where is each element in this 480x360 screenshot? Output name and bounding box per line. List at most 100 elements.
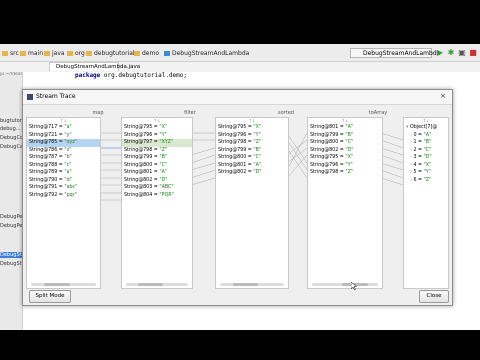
trace-row[interactable]: String@786 = "z": [27, 147, 100, 155]
object-ref: String@802: [218, 170, 247, 175]
trace-row[interactable]: String@790 = "d": [27, 177, 100, 185]
trace-row[interactable]: String@804 = "PQR": [122, 192, 192, 200]
object-ref: String@800: [310, 140, 339, 145]
trace-row[interactable]: String@789 = "a": [27, 169, 100, 177]
trace-row[interactable]: String@795 = "X": [122, 124, 192, 132]
project-item-selected[interactable]: DebugStr: [0, 252, 22, 258]
breadcrumb-label: org: [75, 50, 85, 57]
close-button[interactable]: Close: [419, 290, 449, 303]
object-ref: String@804: [124, 192, 153, 198]
result-element-row[interactable]: › 3 = "D": [404, 154, 448, 162]
split-mode-button[interactable]: Split Mode: [29, 290, 71, 303]
string-value: "ABC": [159, 185, 174, 190]
result-element-row[interactable]: › 2 = "C": [404, 147, 448, 155]
trace-row[interactable]: String@799 = "B": [122, 154, 192, 162]
trace-column-map[interactable]: ↑↓ String@795 = "X" String@796 = "Y" Str…: [121, 117, 193, 289]
trace-row[interactable]: String@792 = "pqr": [27, 192, 100, 200]
connection-line: [380, 169, 404, 179]
project-item[interactable]: debug...: [0, 126, 22, 132]
string-value: "PQR": [159, 192, 174, 198]
stage-label-sorted: sorted: [278, 110, 294, 116]
connection-line: [286, 154, 308, 179]
editor-tab[interactable]: DebugStreamAndLambda.java: [49, 62, 140, 71]
trace-row[interactable]: String@803 = "ABC": [122, 184, 192, 192]
run-icon[interactable]: ▶: [436, 49, 444, 57]
string-value: "A": [253, 162, 262, 168]
trace-row[interactable]: String@796 = "Y": [216, 132, 288, 140]
folder-icon: [86, 51, 92, 56]
project-item[interactable]: DebugStr: [0, 261, 22, 267]
horizontal-scrollbar[interactable]: [31, 283, 96, 286]
breadcrumb-src[interactable]: src: [2, 50, 19, 57]
coverage-icon[interactable]: ▣: [458, 49, 466, 57]
trace-row[interactable]: String@800 = "C": [216, 154, 288, 162]
result-element-row[interactable]: › 4 = "X": [404, 162, 448, 170]
trace-row[interactable]: String@791 = "abc": [27, 184, 100, 192]
breadcrumb-class[interactable]: DebugStreamAndLambda: [164, 50, 249, 57]
trace-row[interactable]: String@802 = "D": [216, 169, 288, 177]
project-item[interactable]: DebugPer: [0, 214, 22, 220]
trace-row[interactable]: String@799 = "B": [216, 147, 288, 155]
trace-row[interactable]: String@800 = "C": [308, 139, 382, 147]
trace-column-source[interactable]: ↑↓ String@717 = "a" String@721 = "y" Str…: [26, 117, 101, 289]
trace-row[interactable]: String@798 = "Z": [122, 147, 192, 155]
object-ref: Object[7]@: [409, 125, 438, 130]
trace-column-filter[interactable]: ↑↓ String@795 = "X" String@796 = "Y" Str…: [215, 117, 289, 289]
object-ref: String@788: [29, 162, 58, 168]
project-item[interactable]: bugtutorial: [0, 118, 22, 124]
trace-row[interactable]: String@798 = "Z": [308, 169, 382, 177]
trace-column-sorted[interactable]: ↑↓ String@801 = "A" String@799 = "B" Str…: [307, 117, 383, 289]
trace-row[interactable]: String@717 = "a": [27, 124, 100, 132]
trace-row[interactable]: String@798 = "Z": [216, 139, 288, 147]
stop-icon[interactable]: ■: [469, 49, 477, 57]
breadcrumb-java[interactable]: java: [44, 50, 65, 57]
result-element-row[interactable]: › 5 = "Y": [404, 169, 448, 177]
trace-row[interactable]: String@788 = "c": [27, 162, 100, 170]
trace-column-result[interactable]: ↑↓ ▾ Object[7]@ › 0 = "A" › 1 = "B" › 2 …: [403, 117, 449, 289]
connection-line: [190, 162, 216, 171]
trace-row[interactable]: String@801 = "A": [308, 124, 382, 132]
result-element-row[interactable]: › 6 = "Z": [404, 177, 448, 185]
object-ref: String@796: [310, 162, 339, 168]
close-icon[interactable]: ×: [440, 92, 446, 100]
trace-row[interactable]: String@799 = "B": [308, 132, 382, 140]
object-ref: String@801: [310, 125, 339, 130]
array-index: 0 =: [413, 132, 423, 138]
project-item[interactable]: DebugCal: [0, 144, 22, 150]
string-value: "Z": [253, 140, 262, 145]
breadcrumb-debugtutorial[interactable]: debugtutorial: [86, 50, 135, 57]
trace-row[interactable]: String@795 = "X": [216, 124, 288, 132]
result-element-row[interactable]: › 1 = "B": [404, 139, 448, 147]
trace-row[interactable]: String@800 = "C": [122, 162, 192, 170]
result-root-row[interactable]: ▾ Object[7]@: [404, 124, 448, 132]
run-configuration-select[interactable]: DebugStreamAndLambda: [350, 48, 440, 58]
result-element-row[interactable]: › 0 = "A": [404, 132, 448, 140]
horizontal-scrollbar[interactable]: [126, 283, 188, 286]
trace-row[interactable]: String@796 = "Y": [122, 132, 192, 140]
horizontal-scrollbar[interactable]: [312, 283, 378, 286]
class-icon: [164, 51, 170, 56]
project-item[interactable]: DebugPer: [0, 223, 22, 229]
folder-icon: [44, 51, 50, 56]
trace-row[interactable]: String@787 = "b": [27, 154, 100, 162]
string-value: "D": [159, 177, 168, 183]
trace-row[interactable]: String@802 = "D": [122, 177, 192, 185]
trace-row-selected[interactable]: String@785 = "xyz": [27, 139, 100, 147]
breadcrumb-demo[interactable]: demo: [134, 50, 159, 57]
connection-line: [380, 177, 404, 186]
trace-row[interactable]: String@801 = "A": [122, 169, 192, 177]
trace-row[interactable]: String@721 = "y": [27, 132, 100, 140]
breadcrumb-main[interactable]: main: [20, 50, 43, 57]
string-value: "C": [253, 155, 262, 160]
project-item[interactable]: DebugCo: [0, 135, 22, 141]
trace-row[interactable]: String@801 = "A": [216, 162, 288, 170]
debug-icon[interactable]: ✱: [447, 49, 455, 57]
string-value: "D": [345, 147, 354, 153]
trace-row[interactable]: String@802 = "D": [308, 147, 382, 155]
trace-row-selected[interactable]: String@797 = "XYZ": [122, 139, 192, 147]
array-index: 4 =: [413, 162, 423, 168]
trace-row[interactable]: String@796 = "Y": [308, 162, 382, 170]
trace-row[interactable]: String@795 = "X": [308, 154, 382, 162]
horizontal-scrollbar[interactable]: [220, 283, 284, 286]
breadcrumb-org[interactable]: org: [67, 50, 85, 57]
